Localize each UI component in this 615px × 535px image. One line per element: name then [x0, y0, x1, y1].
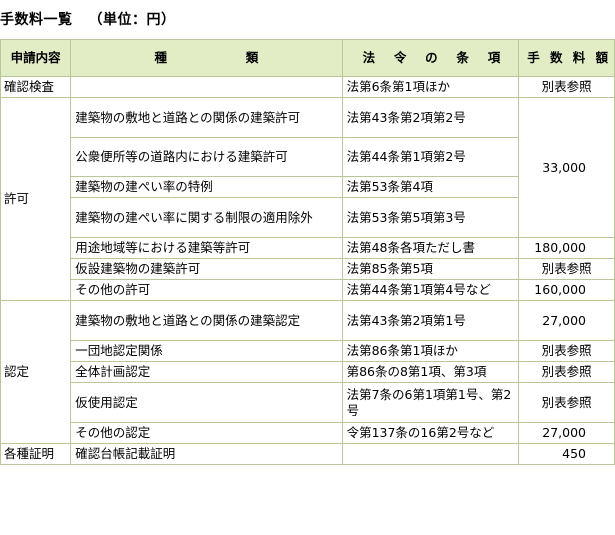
cell-law: 法第7条の6第1項第1号、第2号 — [341, 382, 520, 423]
cell-law: 法第85条第5項 — [341, 258, 520, 280]
cell-kind: 仮使用認定 — [70, 382, 343, 423]
header-fee-char: 料 — [572, 50, 586, 65]
cell-fee: 27,000 — [518, 422, 615, 444]
cell-kind — [70, 76, 343, 98]
header-law-char: の — [425, 50, 438, 65]
cell-fee: 別表参照 — [518, 361, 615, 383]
cell-kind: 建築物の建ぺい率に関する制限の適用除外 — [70, 197, 343, 238]
header-fee: 手 数 料 額 — [518, 39, 615, 77]
cell-kind: 建築物の建ぺい率の特例 — [70, 176, 343, 198]
cell-law: 法第43条第2項第2号 — [341, 97, 520, 138]
table-row: 認定 建築物の敷地と道路との関係の建築認定 法第43条第2項第1号 27,000 — [0, 300, 615, 444]
title-text: 手数料一覧 — [0, 12, 73, 28]
cell-law: 令第137条の16第2号など — [341, 422, 520, 444]
cell-fee: 別表参照 — [518, 340, 615, 362]
page-title: 手数料一覧 （単位：円） — [0, 9, 176, 29]
cell-fee: 160,000 — [518, 279, 615, 301]
cell-kind: 仮設建築物の建築許可 — [70, 258, 343, 280]
table-row: その他の許可 法第44条第1項第4号など 160,000 — [1, 279, 615, 301]
cell-kind: 建築物の敷地と道路との関係の建築許可 — [70, 97, 343, 138]
cell-fee: 180,000 — [518, 237, 615, 259]
cell-application: 確認検査 — [0, 76, 72, 98]
header-law-char: 項 — [487, 50, 501, 65]
header-fee-char: 数 — [549, 50, 563, 65]
cell-law: 法第53条第4項 — [341, 176, 520, 198]
table-row: 全体計画認定 第86条の8第1項、第3項 別表参照 — [1, 361, 615, 383]
cell-fee: 別表参照 — [518, 76, 615, 98]
header-row: 申請内容 種 類 法 令 の 条 項 手 数 料 額 — [0, 39, 615, 77]
table-row: 許可 建築物の敷地と道路との関係の建築許可 法第43条第2項第2号 33,000 — [0, 97, 615, 301]
cell-law: 法第6条第1項ほか — [341, 76, 520, 98]
header-kind-char: 種 — [154, 50, 168, 65]
cell-law — [341, 443, 520, 465]
table-row: 各種証明 確認台帳記載証明 450 — [0, 443, 615, 465]
unit-text: （単位：円） — [88, 12, 176, 28]
cell-application-permit: 許可 — [0, 97, 72, 301]
cell-kind: その他の認定 — [70, 422, 343, 444]
table-row: その他の認定 令第137条の16第2号など 27,000 — [1, 422, 615, 444]
table-row: 確認検査 法第6条第1項ほか 別表参照 — [0, 76, 615, 98]
header-application: 申請内容 — [0, 39, 72, 77]
cell-law: 法第44条第1項第2号 — [341, 137, 520, 177]
cell-kind: その他の許可 — [70, 279, 343, 301]
table-row: 用途地域等における建築等許可 法第48条各項ただし書 180,000 — [1, 237, 615, 259]
cell-law: 第86条の8第1項、第3項 — [341, 361, 520, 383]
cell-kind: 用途地域等における建築等許可 — [70, 237, 343, 259]
table-row: 仮設建築物の建築許可 法第85条第5項 別表参照 — [1, 258, 615, 280]
cell-law: 法第44条第1項第4号など — [341, 279, 520, 301]
cell-kind: 確認台帳記載証明 — [70, 443, 343, 465]
header-law-char: 条 — [456, 50, 469, 65]
fee-table: 申請内容 種 類 法 令 の 条 項 手 数 料 額 確認検査 法第6条第1項ほ… — [0, 39, 615, 465]
cell-fee: 別表参照 — [518, 382, 615, 423]
cell-law: 法第86条第1項ほか — [341, 340, 520, 362]
table-row: 一団地認定関係 法第86条第1項ほか 別表参照 — [1, 340, 615, 362]
cell-kind: 公衆便所等の道路内における建築許可 — [70, 137, 343, 177]
header-fee-char: 額 — [595, 50, 608, 65]
table-row: 仮使用認定 法第7条の6第1項第1号、第2号 別表参照 — [1, 382, 615, 423]
cell-application-certification: 認定 — [0, 300, 72, 444]
header-law: 法 令 の 条 項 — [341, 39, 520, 77]
cell-law: 法第53条第5項第3号 — [341, 197, 520, 238]
cell-law: 法第43条第2項第1号 — [341, 300, 520, 341]
header-kind-char: 類 — [245, 50, 259, 65]
cell-kind: 全体計画認定 — [70, 361, 343, 383]
header-law-char: 令 — [393, 50, 407, 65]
header-law-char: 法 — [362, 50, 376, 65]
cell-fee: 450 — [518, 443, 615, 465]
header-kind: 種 類 — [70, 39, 343, 77]
cell-kind: 一団地認定関係 — [70, 340, 343, 362]
cell-kind: 建築物の敷地と道路との関係の建築認定 — [70, 300, 343, 341]
cell-application: 各種証明 — [0, 443, 72, 465]
cell-fee: 27,000 — [518, 300, 615, 341]
cell-fee: 別表参照 — [518, 258, 615, 280]
header-fee-char: 手 — [527, 50, 540, 65]
cell-law: 法第48条各項ただし書 — [341, 237, 520, 259]
cell-fee-shared: 33,000 — [518, 97, 615, 238]
